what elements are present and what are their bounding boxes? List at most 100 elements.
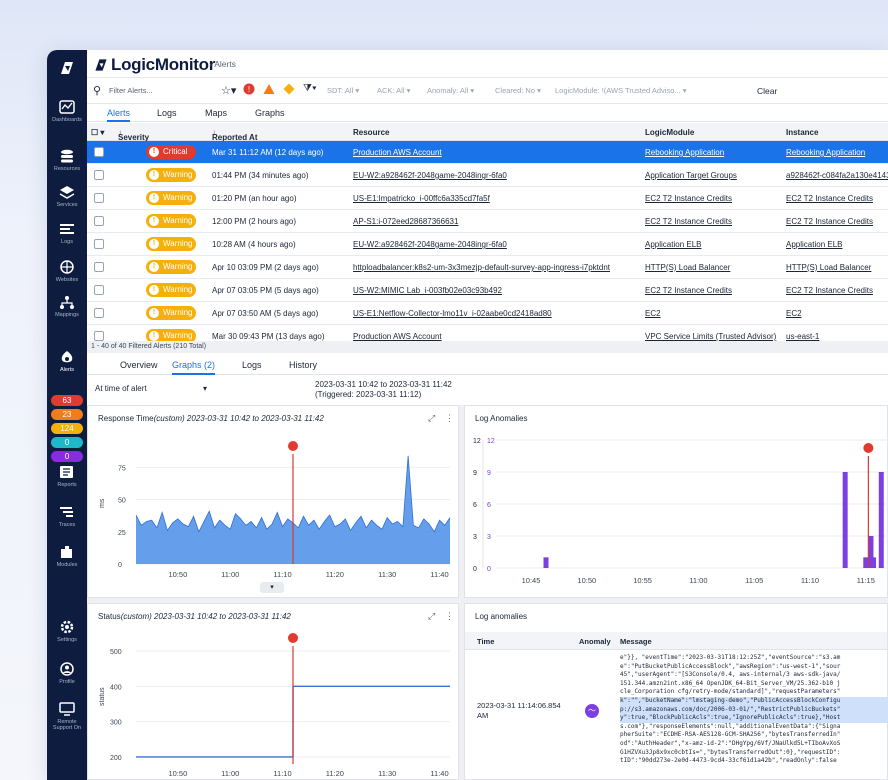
logicmodule-link[interactable]: Rebooking Application [645,148,780,157]
table-row[interactable]: ! Critical Mar 31 11:12 AM (12 days ago) Pr… [87,141,888,164]
logicmodule-link[interactable]: EC2 T2 Instance Credits [645,217,780,226]
logicmodule-link[interactable]: EC2 T2 Instance Credits [645,194,780,203]
logicmodule-link[interactable]: Application ELB [645,240,780,249]
alert-count-badge[interactable]: 124 [51,423,83,434]
row-checkbox[interactable] [94,308,104,318]
row-checkbox[interactable] [94,331,104,341]
tab-overview[interactable]: Overview [120,360,158,370]
more-options-icon-status[interactable]: ⋮ [445,611,454,622]
instance-link[interactable]: HTTP(S) Load Balancer [786,263,888,272]
instance-link[interactable]: Rebooking Application [786,148,888,157]
resource-link[interactable]: US-E1:lmpatricko_i-00ffc6a335cd7fa5f [353,194,639,203]
resource-link[interactable]: US-W2:MIMIC Lab_i-003fb02e03c93b492 [353,286,639,295]
alert-count-badge[interactable]: 0 [51,451,83,462]
logicmodule-filter[interactable]: LogicModule: !(AWS Trusted Adviso... ▾ [555,86,780,95]
instance-link[interactable]: EC2 [786,309,888,318]
instance-link[interactable]: EC2 T2 Instance Credits [786,194,888,203]
tab-graphs[interactable]: Graphs [255,108,285,118]
alert-count-badge[interactable]: 63 [51,395,83,406]
anomaly-pulse-icon[interactable]: 〜 [585,704,599,718]
tab-history[interactable]: History [289,360,317,370]
rail-item-mappings[interactable]: Mappings [47,295,87,318]
rail-item-dashboards[interactable]: Dashboards [47,100,87,123]
alert-count-badge[interactable]: 23 [51,409,83,420]
table-row[interactable]: ! Warning Apr 07 03:05 PM (5 days ago) US-W… [87,279,888,302]
remote-support-icon [59,702,75,716]
rail-item-resources[interactable]: Resources [47,149,87,172]
warning-filter-icon[interactable] [283,83,295,97]
critical-filter-icon[interactable]: ! [243,83,255,97]
rail-item-logs[interactable]: Logs [47,222,87,245]
sdt-filter[interactable]: SDT: All ▾ [327,86,359,95]
alert-count-badge[interactable]: 0 [51,437,83,448]
resource-link[interactable]: httploadbalancer:k8s2-um-3x3mezjp-defaul… [353,263,639,272]
rail-item-services[interactable]: Services [47,185,87,208]
logicmonitor-logo-icon[interactable] [57,58,77,78]
resource-link[interactable]: Production AWS Account [353,148,639,157]
rail-item-settings[interactable]: Settings [47,620,87,643]
table-row[interactable]: ! Warning Apr 10 03:09 PM (2 days ago) http… [87,256,888,279]
col-severity[interactable]: Severity ↓ [118,128,149,142]
instance-link[interactable]: us-east-1 [786,332,888,341]
collapse-chevron-icon[interactable]: ▾ [260,582,284,593]
clear-filters-button[interactable]: Clear [757,86,777,96]
instance-link[interactable]: Application ELB [786,240,888,249]
rail-item-traces[interactable]: Traces [47,505,87,528]
rail-item-alerts[interactable]: Alerts [47,350,87,373]
resource-link[interactable]: EU-W2:a928462f-2048game-2048ingr-6fa0 [353,240,639,249]
resource-link[interactable]: US-E1:Netflow-Collector-lmo11v_i-02aabe0… [353,309,639,318]
row-checkbox[interactable] [94,170,104,180]
col-resource[interactable]: Resource [353,128,389,137]
resources-icon [61,149,73,163]
col-reported-at[interactable]: Reported At ↓ [212,128,257,142]
row-checkbox[interactable] [94,193,104,203]
tab-alerts[interactable]: Alerts [107,108,131,122]
logicmodule-link[interactable]: EC2 T2 Instance Credits [645,286,780,295]
rail-item-websites[interactable]: Websites [47,260,87,283]
tab-maps[interactable]: Maps [205,108,227,118]
table-row[interactable]: ! Warning 10:28 AM (4 hours ago) EU-W2:a928… [87,233,888,256]
logicmodule-link[interactable]: VPC Service Limits (Trusted Advisor) [645,332,780,341]
tab-logs-detail[interactable]: Logs [242,360,262,370]
expand-icon-status[interactable]: ⤢ [428,611,435,622]
filter-alerts-input[interactable]: Filter Alerts... [109,86,229,95]
row-checkbox[interactable] [94,262,104,272]
col-instance[interactable]: Instance [786,128,818,137]
table-row[interactable]: ! Warning 01:44 PM (34 minutes ago) EU-W2:a… [87,164,888,187]
col-logicmodule[interactable]: LogicModule [645,128,694,137]
resource-link[interactable]: EU-W2:a928462f-2048game-2048ingr-6fa0 [353,171,639,180]
tab-graphs-detail[interactable]: Graphs (2) [172,360,216,375]
rail-item-remote-support-on[interactable]: Remote Support On [47,702,87,731]
row-checkbox[interactable] [94,216,104,226]
table-row[interactable]: ! Warning 01:20 PM (an hour ago) US-E1:lmpa… [87,187,888,210]
resource-link[interactable]: AP-S1:i-072eed28687366631 [353,217,639,226]
tab-logs[interactable]: Logs [157,108,177,118]
cleared-filter[interactable]: Cleared: No ▾ [495,86,541,95]
more-options-icon[interactable]: ⋮ [445,413,454,424]
funnel-filter-icon[interactable]: ⧩▾ [303,83,317,94]
logicmodule-link[interactable]: Application Target Groups [645,171,780,180]
row-checkbox[interactable] [94,147,104,157]
row-checkbox[interactable] [94,285,104,295]
ack-filter[interactable]: ACK: All ▾ [377,86,410,95]
rail-item-reports[interactable]: Reports [47,465,87,488]
rail-item-profile[interactable]: Profile [47,662,87,685]
star-filter-icon[interactable]: ☆▾ [221,84,236,97]
resource-link[interactable]: Production AWS Account [353,332,639,341]
expand-icon[interactable]: ⤢ [428,413,435,424]
logicmodule-link[interactable]: HTTP(S) Load Balancer [645,263,780,272]
error-filter-icon[interactable] [263,83,275,97]
instance-link[interactable]: EC2 T2 Instance Credits [786,217,888,226]
row-checkbox[interactable] [94,239,104,249]
logicmodule-link[interactable]: EC2 [645,309,780,318]
instance-link[interactable]: a928462f-c084fa2a130e4143 [786,171,888,180]
select-all-checkbox[interactable]: ☐ ▾ [91,128,104,137]
y-axis-label: status [99,687,106,706]
time-select[interactable]: At time of alert ▾ [95,381,215,397]
rail-item-modules[interactable]: Modules [47,545,87,568]
anomaly-filter[interactable]: Anomaly: All ▾ [427,86,474,95]
table-row[interactable]: ! Warning 12:00 PM (2 hours ago) AP-S1:i-07… [87,210,888,233]
breadcrumb-alerts[interactable]: Alerts [214,59,236,69]
instance-link[interactable]: EC2 T2 Instance Credits [786,286,888,295]
table-row[interactable]: ! Warning Apr 07 03:50 AM (5 days ago) US-E… [87,302,888,325]
